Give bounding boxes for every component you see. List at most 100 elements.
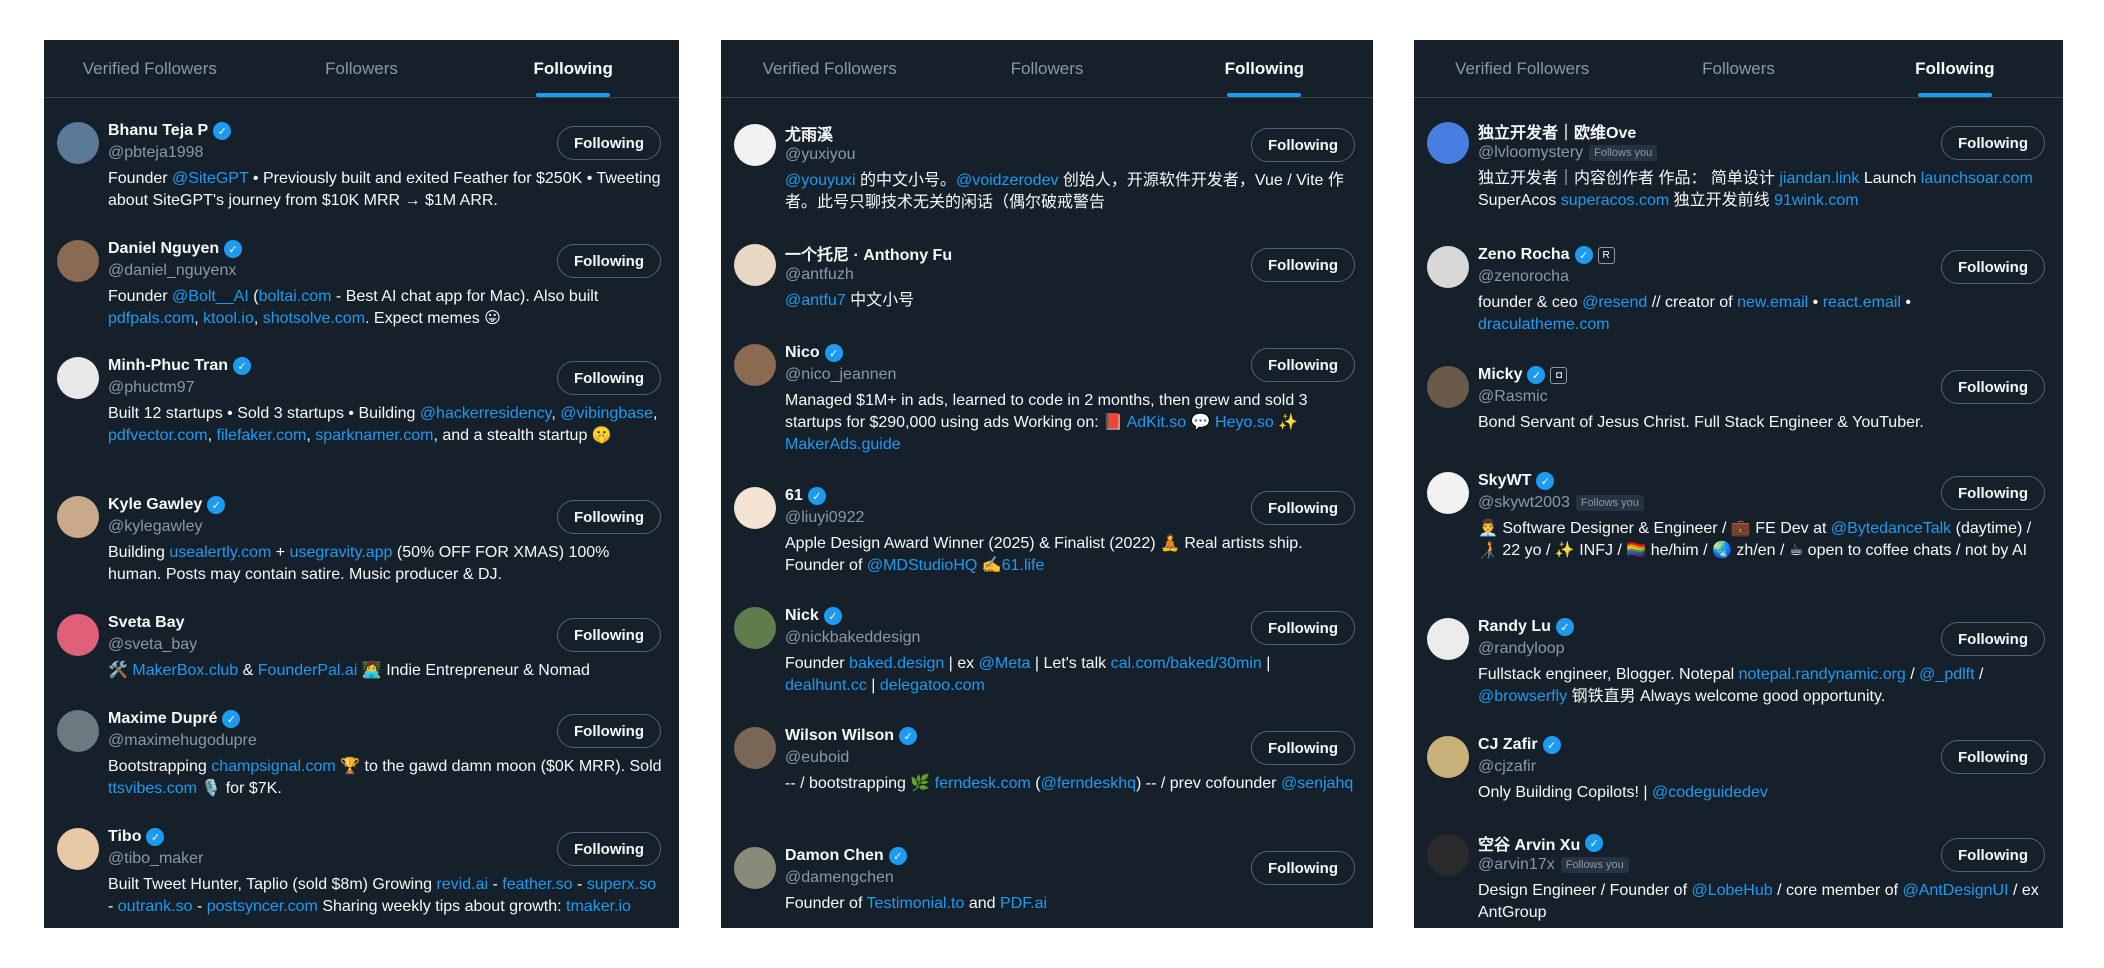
avatar[interactable] [1427, 472, 1469, 514]
list-item[interactable]: CJ Zafir ✓ @cjzafir Only Building Copilots!… [1414, 722, 2063, 804]
bio-link[interactable]: cal.com/baked/30min [1111, 655, 1262, 672]
display-name[interactable]: Kyle Gawley [108, 496, 202, 514]
bio-link[interactable]: react.email [1823, 294, 1901, 311]
bio-link[interactable]: ferndesk.com [935, 775, 1031, 792]
avatar[interactable] [734, 847, 776, 889]
display-name[interactable]: Nick [785, 607, 819, 625]
display-name[interactable]: 一个托尼 · Anthony Fu [785, 241, 952, 265]
list-item[interactable]: Minh-Phuc Tran ✓ @phuctm97 Built 12 startup… [44, 343, 679, 447]
bio-link[interactable]: 91wink.com [1774, 192, 1858, 209]
list-item[interactable]: Tibo ✓ @tibo_maker Built Tweet Hunter, Tapl… [44, 814, 679, 918]
list-item[interactable]: Micky ✓ ◘ @Rasmic Bond Servant of Jesus Chri… [1414, 352, 2063, 434]
tab-verified-followers[interactable]: Verified Followers [721, 40, 938, 97]
avatar[interactable] [57, 240, 99, 282]
bio-link[interactable]: PDF.ai [1000, 895, 1047, 912]
avatar[interactable] [57, 496, 99, 538]
tab-following[interactable]: Following [1156, 40, 1373, 97]
avatar[interactable] [1427, 122, 1469, 164]
following-button[interactable]: Following [1251, 611, 1355, 645]
tab-followers[interactable]: Followers [1630, 40, 1846, 97]
following-button[interactable]: Following [557, 714, 661, 748]
following-button[interactable]: Following [557, 618, 661, 652]
display-name[interactable]: Minh-Phuc Tran [108, 357, 228, 375]
bio-link[interactable]: usegravity.app [290, 544, 393, 561]
avatar[interactable] [57, 710, 99, 752]
bio-link[interactable]: @hackerresidency [420, 405, 552, 422]
following-button[interactable]: Following [1941, 126, 2045, 160]
bio-link[interactable]: sparknamer.com [315, 427, 433, 444]
tab-verified-followers[interactable]: Verified Followers [1414, 40, 1630, 97]
bio-link[interactable]: @voidzerodev [956, 172, 1059, 189]
list-item[interactable]: Randy Lu ✓ @randyloop Fullstack engineer, B… [1414, 604, 2063, 708]
following-button[interactable]: Following [1251, 348, 1355, 382]
following-button[interactable]: Following [1941, 740, 2045, 774]
avatar[interactable] [1427, 736, 1469, 778]
avatar[interactable] [734, 727, 776, 769]
bio-link[interactable]: shotsolve.com [263, 310, 365, 327]
bio-link[interactable]: Testimonial.to [867, 895, 965, 912]
list-item[interactable]: Nick ✓ @nickbakeddesign Founder baked.desig… [721, 593, 1373, 697]
following-button[interactable]: Following [1251, 491, 1355, 525]
bio-link[interactable]: boltai.com [259, 288, 332, 305]
bio-link[interactable]: ktool.io [203, 310, 254, 327]
display-name[interactable]: Zeno Rocha [1478, 246, 1570, 264]
following-button[interactable]: Following [557, 832, 661, 866]
list-item[interactable]: Bhanu Teja P ✓ @pbteja1998 Founder @SiteGPT… [44, 108, 679, 212]
bio-link[interactable]: revid.ai [436, 876, 488, 893]
list-item[interactable]: Nico ✓ @nico_jeannen Managed $1M+ in ads, l… [721, 330, 1373, 456]
bio-link[interactable]: 61.life [1002, 557, 1045, 574]
list-item[interactable]: 独立开发者｜欧维Ove @lvloomystery Follows you 独立开发者… [1414, 108, 2063, 212]
avatar[interactable] [57, 122, 99, 164]
bio-link[interactable]: @MDStudioHQ [867, 557, 978, 574]
avatar[interactable] [734, 244, 776, 286]
tab-followers[interactable]: Followers [256, 40, 468, 97]
bio-link[interactable]: outrank.so [118, 898, 193, 915]
bio-link[interactable]: dealhunt.cc [785, 677, 867, 694]
bio-link[interactable]: delegatoo.com [880, 677, 985, 694]
list-item[interactable]: Daniel Nguyen ✓ @daniel_nguyenx Founder @Bo… [44, 226, 679, 330]
following-button[interactable]: Following [557, 126, 661, 160]
bio-link[interactable]: @Bolt__AI [172, 288, 249, 305]
avatar[interactable] [734, 607, 776, 649]
following-button[interactable]: Following [1941, 370, 2045, 404]
list-item[interactable]: Wilson Wilson ✓ @euboid -- / bootstrapping … [721, 713, 1373, 795]
following-button[interactable]: Following [1251, 128, 1355, 162]
display-name[interactable]: Micky [1478, 366, 1522, 384]
bio-link[interactable]: @Meta [979, 655, 1031, 672]
tab-following[interactable]: Following [467, 40, 679, 97]
following-button[interactable]: Following [1251, 731, 1355, 765]
bio-link[interactable]: MakerAds.guide [785, 436, 901, 453]
bio-link[interactable]: superx.so [587, 876, 656, 893]
bio-link[interactable]: champsignal.com [211, 758, 336, 775]
following-button[interactable]: Following [1941, 476, 2045, 510]
display-name[interactable]: Sveta Bay [108, 614, 185, 632]
bio-link[interactable]: filefaker.com [217, 427, 307, 444]
avatar[interactable] [734, 124, 776, 166]
bio-link[interactable]: new.email [1737, 294, 1808, 311]
bio-link[interactable]: tmaker.io [566, 898, 631, 915]
list-item[interactable]: 尤雨溪 @yuxiyou @youyuxi 的中文小号。@voidzerodev 创… [721, 110, 1373, 214]
bio-link[interactable]: AdKit.so [1127, 414, 1187, 431]
display-name[interactable]: 空谷 Arvin Xu [1478, 831, 1580, 855]
bio-link[interactable]: @browserfly [1478, 688, 1567, 705]
avatar[interactable] [1427, 618, 1469, 660]
following-button[interactable]: Following [1251, 851, 1355, 885]
bio-link[interactable]: launchsoar.com [1921, 170, 2033, 187]
following-button[interactable]: Following [557, 244, 661, 278]
bio-link[interactable]: draculatheme.com [1478, 316, 1610, 333]
display-name[interactable]: Wilson Wilson [785, 727, 894, 745]
avatar[interactable] [1427, 366, 1469, 408]
avatar[interactable] [734, 487, 776, 529]
display-name[interactable]: Damon Chen [785, 847, 884, 865]
bio-link[interactable]: baked.design [849, 655, 944, 672]
following-button[interactable]: Following [557, 500, 661, 534]
bio-link[interactable]: @vibingbase [560, 405, 653, 422]
bio-link[interactable]: @resend [1582, 294, 1647, 311]
avatar[interactable] [1427, 246, 1469, 288]
display-name[interactable]: Daniel Nguyen [108, 240, 219, 258]
bio-link[interactable]: superacos.com [1561, 192, 1670, 209]
bio-link[interactable]: pdfpals.com [108, 310, 194, 327]
tab-verified-followers[interactable]: Verified Followers [44, 40, 256, 97]
following-button[interactable]: Following [1941, 838, 2045, 872]
display-name[interactable]: Maxime Dupré [108, 710, 217, 728]
